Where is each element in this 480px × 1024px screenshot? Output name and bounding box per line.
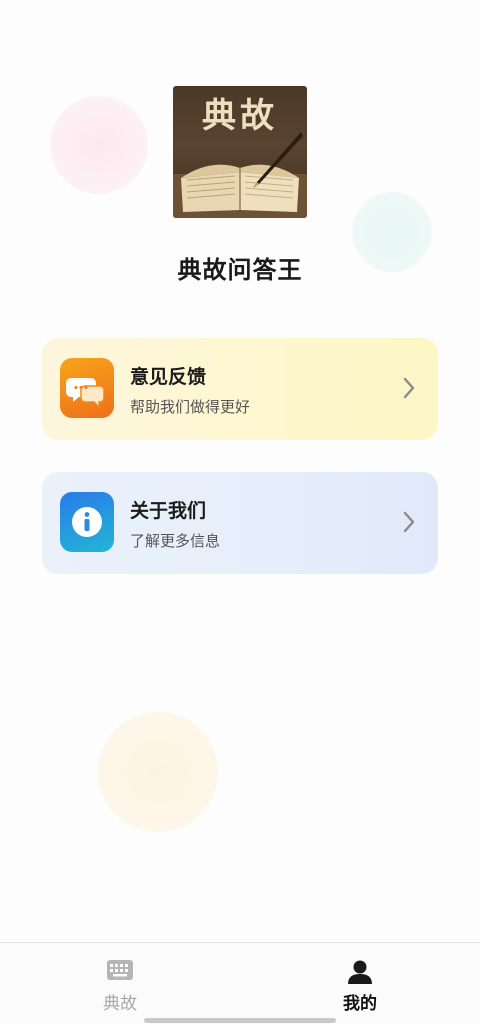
keyboard-icon bbox=[107, 960, 133, 980]
about-title: 关于我们 bbox=[130, 500, 207, 522]
feedback-card[interactable]: 意见反馈 帮助我们做得更好 bbox=[42, 338, 438, 440]
feedback-title: 意见反馈 bbox=[130, 366, 207, 388]
bottom-tab-bar: 典故 我的 bbox=[0, 942, 480, 1024]
app-logo: 典故 bbox=[173, 86, 307, 218]
about-card[interactable]: 关于我们 了解更多信息 bbox=[42, 472, 438, 574]
tab-home[interactable]: 典故 bbox=[60, 943, 180, 1015]
app-title: 典故问答王 bbox=[177, 256, 303, 284]
chat-bubbles-icon bbox=[60, 358, 114, 418]
about-subtitle: 了解更多信息 bbox=[130, 532, 221, 550]
tab-mine-label: 我的 bbox=[343, 994, 377, 1014]
decorative-circle-cream bbox=[98, 712, 218, 832]
profile-screen: 典故 典故问答王 意见反馈 帮助我们做得更好 关于我们 了解更多信息 典故 我的 bbox=[0, 0, 480, 1024]
person-icon bbox=[348, 960, 372, 984]
decorative-circle-pink bbox=[50, 96, 148, 194]
chevron-right-icon bbox=[403, 377, 415, 399]
tab-home-label: 典故 bbox=[103, 994, 137, 1014]
home-indicator bbox=[144, 1018, 336, 1023]
feedback-subtitle: 帮助我们做得更好 bbox=[130, 398, 251, 416]
info-icon bbox=[60, 492, 114, 552]
logo-text: 典故 bbox=[202, 96, 278, 136]
chevron-right-icon bbox=[403, 511, 415, 533]
tab-mine[interactable]: 我的 bbox=[300, 943, 420, 1015]
